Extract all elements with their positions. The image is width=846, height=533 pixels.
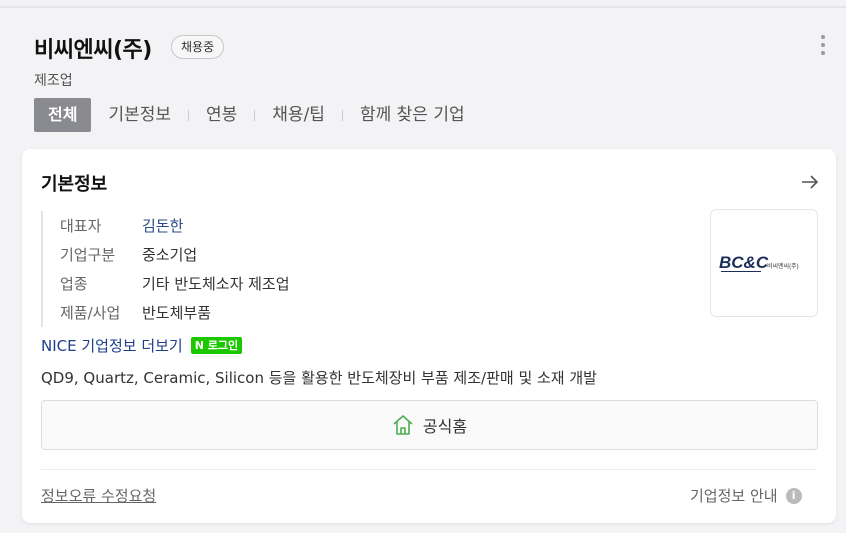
nice-link-text: NICE 기업정보 더보기 [41,337,183,355]
tab-separator [188,109,190,121]
report-error-link[interactable]: 정보오류 수정요청 [41,485,156,506]
info-list: 대표자 김돈한 기업구분 중소기업 업종 기타 반도체소자 제조업 제품/사업 … [41,211,643,327]
ceo-link[interactable]: 김돈한 [142,215,183,236]
card-divider [41,469,816,470]
tab-all[interactable]: 전체 [34,98,92,132]
company-header: 비씨엔씨(주) 채용중 제조업 전체 기본정보 연봉 채용/팁 함께 찾은 기업 [0,8,846,148]
company-logo: BC&C 비씨엔씨(주) [710,209,818,317]
info-row-type: 기업구분 중소기업 [43,240,643,269]
card-title: 기본정보 [41,174,108,195]
tab-salary[interactable]: 연봉 [206,98,237,132]
info-key: 기업구분 [60,246,116,264]
tab-related-companies[interactable]: 함께 찾은 기업 [360,98,465,132]
tab-basic-info[interactable]: 기본정보 [108,98,171,132]
arrow-right-icon[interactable] [799,171,821,193]
company-industry: 제조업 [34,73,73,89]
tab-jobs-tips[interactable]: 채용/팁 [272,98,325,132]
info-key: 대표자 [60,217,102,235]
homepage-label: 공식홈 [422,417,468,436]
guide-label: 기업정보 안내 [690,487,778,505]
company-description: QD9, Quartz, Ceramic, Silicon 등을 활용한 반도체… [41,369,597,387]
tab-separator [254,109,256,121]
info-value: 반도체부품 [142,304,212,322]
basic-info-card: 기본정보 대표자 김돈한 기업구분 중소기업 업종 기타 반도체소자 제조업 제… [22,149,836,523]
info-key: 제품/사업 [60,304,121,322]
more-menu-icon[interactable] [818,35,828,59]
info-icon: i [785,487,802,504]
info-row-ceo: 대표자 김돈한 [43,211,643,240]
company-logo-image: BC&C 비씨엔씨(주) [719,253,799,272]
info-value: 기타 반도체소자 제조업 [142,275,290,293]
company-name: 비씨엔씨(주) [34,38,152,63]
info-row-products: 제품/사업 반도체부품 [43,298,643,327]
naver-login-badge[interactable]: N 로그인 [190,337,243,354]
company-tabs: 전체 기본정보 연봉 채용/팁 함께 찾은 기업 [34,98,465,132]
homepage-button[interactable]: 공식홈 [41,400,818,450]
info-row-industry: 업종 기타 반도체소자 제조업 [43,269,643,298]
company-info-guide[interactable]: 기업정보 안내 i [690,485,802,506]
hiring-badge: 채용중 [171,35,225,59]
info-key: 업종 [60,275,88,293]
tab-separator [341,109,343,121]
svg-text:BC&C: BC&C [719,253,769,272]
info-value: 중소기업 [142,246,198,264]
nice-info-link[interactable]: NICE 기업정보 더보기 N 로그인 [41,335,243,356]
home-icon [393,415,413,435]
svg-text:비씨엔씨(주): 비씨엔씨(주) [767,262,799,270]
